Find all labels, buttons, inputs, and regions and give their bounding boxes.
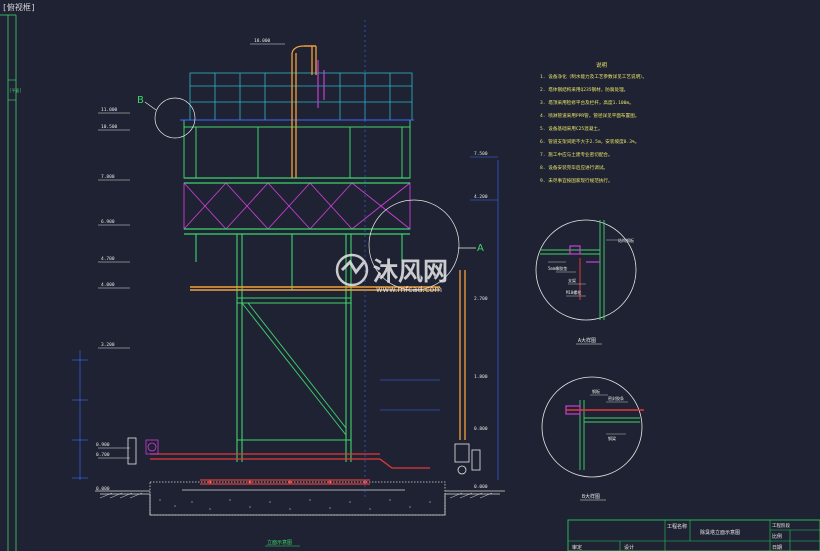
stage-label: 工程阶段 [772,522,790,529]
cad-drawing-canvas[interactable]: [平面] 18.000 11.000 10.500 7.800 6.900 4.… [0,0,820,551]
note-item: 1. 设备净化（制水能力及工艺参数详见工艺说明）。 [540,73,647,80]
detail-b-label: 钢梁 [608,435,616,441]
elevation-label: 1.800 [474,374,488,380]
note-item: 6. 管道支架间距不大于2.5m，安装坡度0.3%。 [540,138,639,145]
elevation-label: 0.000 [96,486,110,492]
detail-a[interactable]: 结构钢板 5mm橡胶垫 支架 M10螺栓 A大样图 [535,219,637,345]
design-label: 设计 [624,544,634,551]
left-border: [平面] [0,14,22,551]
elevation-label: 10.500 [101,124,118,130]
note-item: 9. 未尽事宜按国家现行规范执行。 [540,177,613,184]
detail-b-label: 钢板 [592,388,600,394]
side-tab: [平面] [9,88,22,93]
review-label: 审定 [572,544,582,551]
elevation-label: 4.000 [101,282,115,288]
detail-b-label: 密封胶条 [608,395,624,401]
note-item: 3. 塔顶采用检修平台及栏杆，高度1.100m。 [540,99,634,106]
detail-a-caption: A大样图 [578,337,596,344]
elevation-label: 4.700 [101,256,115,262]
main-caption: 立面示意图 [267,539,292,546]
elevation-label: 11.000 [101,107,118,113]
elevation-label: 0.900 [96,442,110,448]
elevation-label: 6.900 [101,219,115,225]
foundation-slab [95,481,505,516]
callout-b[interactable]: B [137,95,196,139]
scale-label: 比例 [772,533,782,540]
notes-block: 说明 1. 设备净化（制水能力及工艺参数详见工艺说明）。 2. 塔体钢结构采用Q… [540,61,647,184]
note-item: 4. 喷淋管道采用PPR管，管径详见平面布置图。 [540,112,639,119]
top-tank [189,72,413,121]
detail-a-label: 支架 [568,277,576,283]
watermark-brand: 沐风网 [373,257,448,286]
elevation-label: 7.800 [101,174,115,180]
elevation-label: 0.000 [474,484,488,490]
pump-left [127,437,159,465]
bottom-pipeline [150,453,430,485]
note-item: 7. 施工中应与土建专业密切配合。 [540,151,613,158]
detail-a-label: M10螺栓 [566,289,581,295]
cross-bracing [183,182,411,230]
elevation-label: 0.700 [96,452,110,458]
upper-frame [180,119,414,179]
exhaust-pipe [291,45,317,178]
gravel-dots [159,499,431,510]
note-item: 8. 设备安装完毕后应进行调试。 [540,164,608,171]
pump-right [454,443,481,475]
watermark: 沐风网 www.mfcad.com [335,253,448,294]
elevation-label: 7.500 [474,151,488,157]
notes-title: 说明 [596,61,608,69]
diagonal-brace [241,302,347,436]
elevation-label: 3.200 [101,342,115,348]
note-item: 5. 设备基础采用C25混凝土。 [540,125,603,132]
drawing-title: 除臭塔立面示意图 [700,529,740,536]
elevation-label: 18.000 [254,38,271,44]
detail-b-caption: B大样图 [582,493,600,500]
main-caption-group: 立面示意图 [265,539,300,547]
support-columns [195,234,403,462]
callout-b-label: B [137,95,144,106]
elevation-label-group: 18.000 11.000 10.500 7.800 6.900 4.700 4… [96,38,271,492]
project-label: 工程名称 [667,523,687,530]
note-item: 2. 塔体钢结构采用Q235钢材，防腐处理。 [540,86,628,93]
detail-b[interactable]: 钢板 密封胶条 钢梁 B大样图 [541,376,644,501]
elevation-label: 4.200 [474,194,488,200]
watermark-url: www.mfcad.com [376,285,442,294]
detail-a-label: 5mm橡胶垫 [548,265,567,271]
return-pipe [459,270,466,440]
right-label-group: 7.500 4.200 2.700 1.800 0.800 0.000 [474,151,488,490]
detail-a-label: 结构钢板 [618,237,634,243]
elevation-label: 2.700 [474,296,488,302]
soil-hatch [99,492,493,499]
callout-a-label: A [477,243,484,254]
date-label: 日期 [772,545,782,551]
title-block: 工程名称 除臭塔立面示意图 工程阶段 比例 日期 审定 设计 [567,519,820,551]
elevation-label: 0.800 [474,426,488,432]
